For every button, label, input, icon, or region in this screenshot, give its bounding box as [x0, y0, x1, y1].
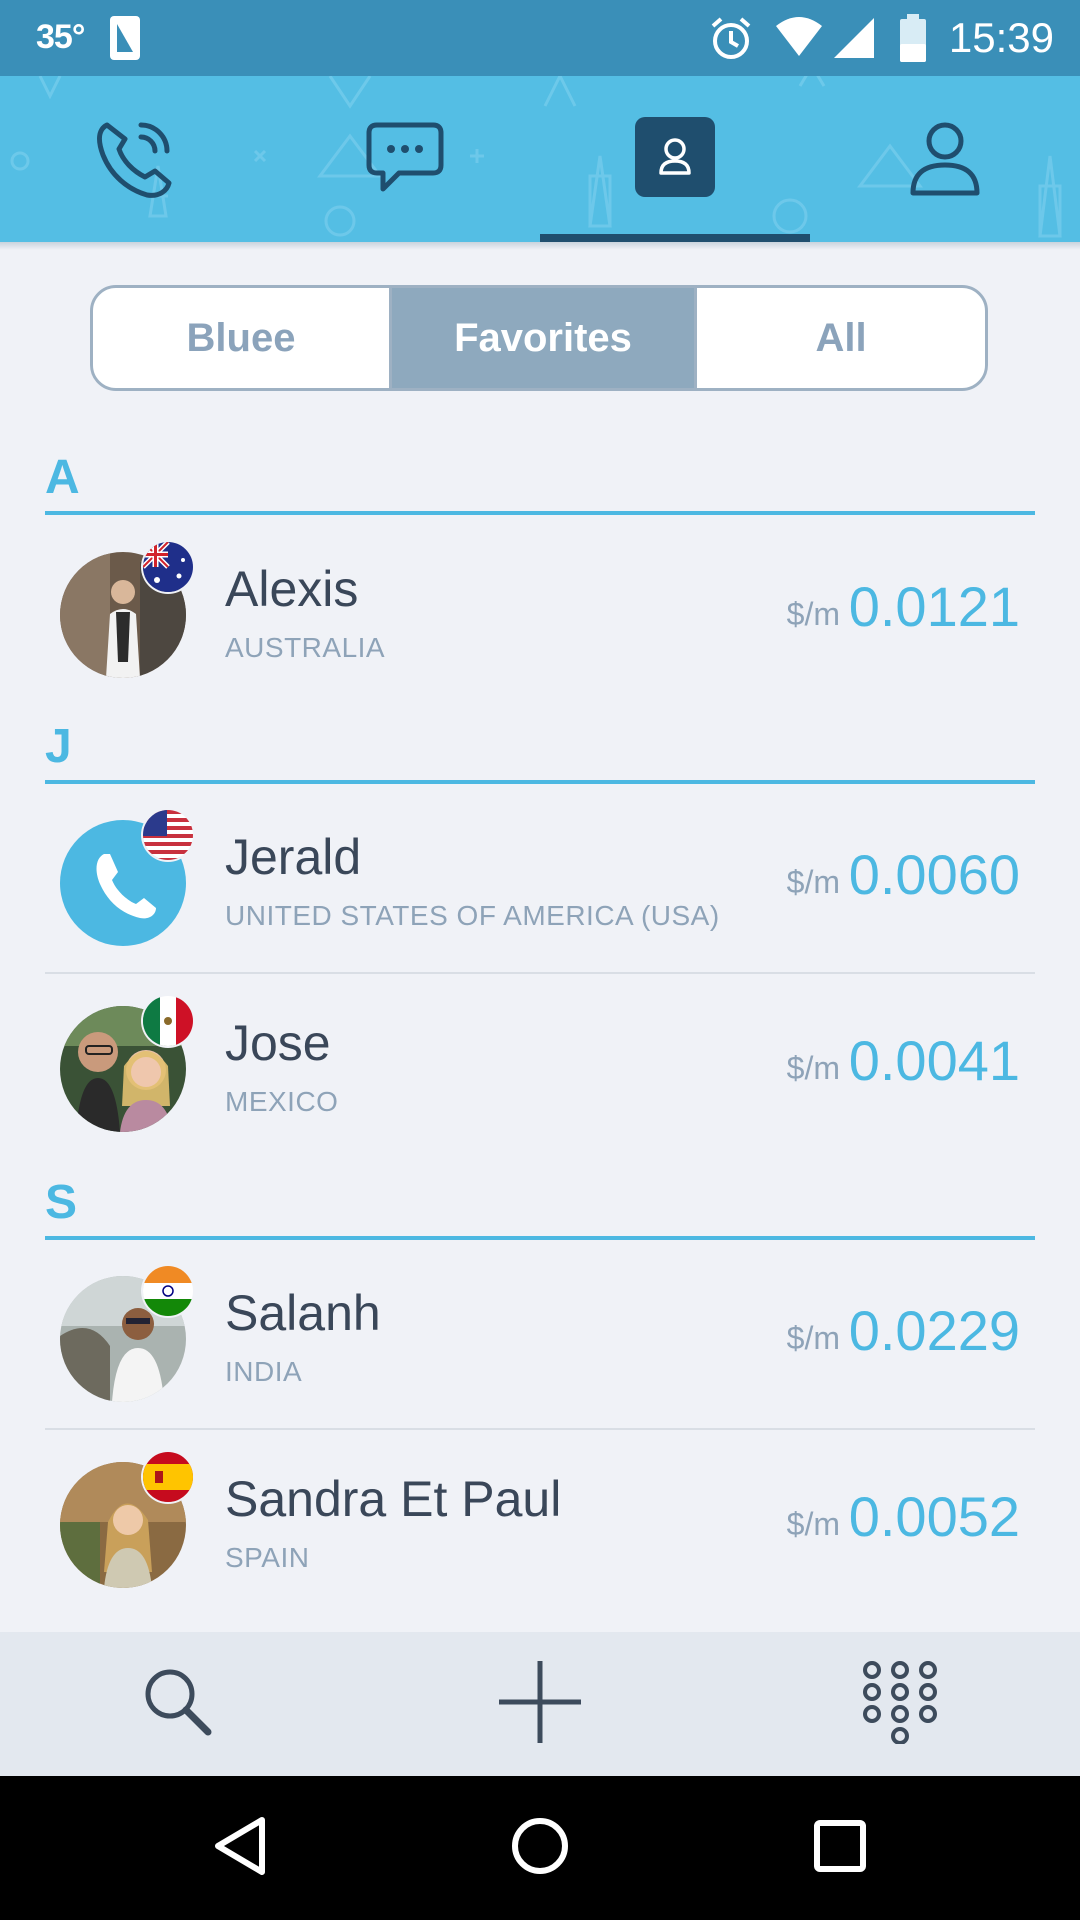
tab-profile[interactable]	[810, 76, 1080, 242]
contact-filter-segmented-control: Bluee Favorites All	[90, 285, 988, 391]
contact-name: Jerald	[225, 829, 362, 885]
contacts-icon	[635, 116, 715, 202]
battery-icon	[898, 14, 928, 69]
status-bar: 35° 15:39	[0, 0, 1080, 76]
section-letter: J	[45, 720, 72, 773]
search-button[interactable]	[88, 1632, 268, 1776]
back-icon	[210, 1814, 270, 1883]
phone-calls-icon	[93, 115, 177, 204]
selected-tab-indicator	[540, 234, 810, 242]
rate-unit-label: $/m	[786, 1320, 840, 1356]
contact-country: UNITED STATES OF AMERICA (USA)	[225, 900, 720, 931]
section-letter: S	[45, 1176, 78, 1229]
header-shadow	[0, 242, 1080, 250]
spain-flag-icon	[143, 1452, 193, 1502]
contact-name: Sandra Et Paul	[225, 1471, 562, 1527]
contact-country: AUSTRALIA	[225, 632, 386, 663]
profile-icon	[903, 115, 987, 204]
segment-bluee[interactable]: Bluee	[93, 288, 392, 388]
section-header-j: J	[45, 720, 1035, 784]
signal-icon	[832, 14, 876, 65]
contact-row-alexis[interactable]: Alexis AUSTRALIA $/m 0.0121	[45, 520, 1035, 706]
rate-value: 0.0121	[848, 575, 1020, 638]
rate-unit-label: $/m	[786, 596, 840, 632]
rate-unit-label: $/m	[786, 1506, 840, 1542]
home-button[interactable]	[460, 1776, 620, 1920]
contact-name: Alexis	[225, 561, 359, 617]
usa-flag-icon	[143, 810, 193, 860]
rate-unit-label: $/m	[786, 1050, 840, 1086]
segment-all[interactable]: All	[694, 288, 985, 388]
add-icon	[495, 1657, 585, 1752]
dialpad-button[interactable]	[810, 1632, 990, 1776]
chat-bubble-icon	[363, 115, 447, 204]
add-contact-button[interactable]	[450, 1632, 630, 1776]
india-flag-icon	[143, 1266, 193, 1316]
contact-name: Salanh	[225, 1285, 381, 1341]
recents-icon	[812, 1818, 868, 1879]
dialpad-icon	[858, 1660, 942, 1749]
contact-name: Jose	[225, 1015, 331, 1071]
section-divider	[45, 511, 1035, 515]
temperature-text: 35°	[36, 18, 85, 56]
sim-card-icon	[108, 14, 142, 67]
alarm-icon	[708, 14, 754, 67]
top-tab-bar	[0, 76, 1080, 242]
section-divider	[45, 780, 1035, 784]
tab-calls[interactable]	[0, 76, 270, 242]
section-header-a: A	[45, 451, 1035, 515]
tab-messages[interactable]	[270, 76, 540, 242]
contact-country: INDIA	[225, 1356, 303, 1387]
segment-favorites[interactable]: Favorites	[392, 288, 694, 388]
contact-row-salanh[interactable]: Salanh INDIA $/m 0.0229	[45, 1244, 1035, 1430]
system-navigation-bar	[0, 1776, 1080, 1920]
rate-unit-label: $/m	[786, 864, 840, 900]
wifi-icon	[774, 14, 824, 65]
search-icon	[138, 1662, 218, 1747]
rate-value: 0.0060	[848, 843, 1020, 906]
mexico-flag-icon	[143, 996, 193, 1046]
section-letter: A	[45, 451, 80, 504]
contact-row-sandra-et-paul[interactable]: Sandra Et Paul SPAIN $/m 0.0052	[45, 1430, 1035, 1616]
tab-contacts[interactable]	[540, 76, 810, 242]
section-header-s: S	[45, 1176, 1035, 1240]
contact-row-jose[interactable]: Jose MEXICO $/m 0.0041	[45, 974, 1035, 1160]
contact-row-jerald[interactable]: Jerald UNITED STATES OF AMERICA (USA) $/…	[45, 788, 1035, 974]
australia-flag-icon	[143, 542, 193, 592]
home-icon	[510, 1816, 570, 1881]
rate-value: 0.0041	[848, 1029, 1020, 1092]
rate-value: 0.0052	[848, 1485, 1020, 1548]
bottom-toolbar	[0, 1632, 1080, 1776]
contact-country: MEXICO	[225, 1086, 339, 1117]
clock-text: 15:39	[948, 14, 1054, 61]
recents-button[interactable]	[760, 1776, 920, 1920]
back-button[interactable]	[160, 1776, 320, 1920]
section-divider	[45, 1236, 1035, 1240]
rate-value: 0.0229	[848, 1299, 1020, 1362]
contact-country: SPAIN	[225, 1542, 310, 1573]
